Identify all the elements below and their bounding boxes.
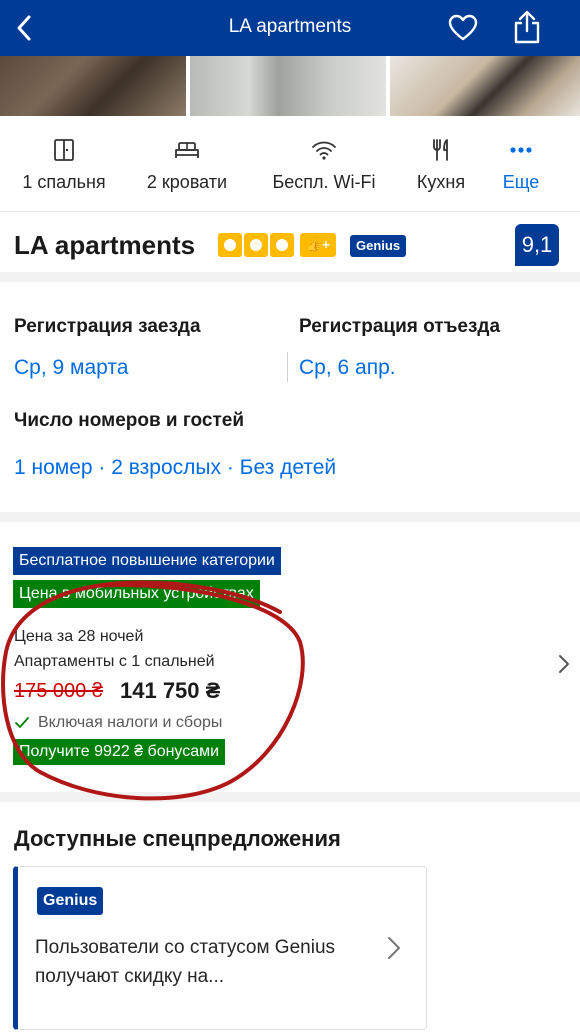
share-button[interactable] bbox=[510, 8, 544, 46]
bedroom-door-icon bbox=[54, 139, 74, 161]
chevron-right-icon[interactable] bbox=[556, 652, 572, 676]
taxes-included-text: Включая налоги и сборы bbox=[14, 714, 222, 732]
star-rating: 👍+ bbox=[218, 233, 336, 257]
original-price: 175 000 ₴ bbox=[14, 680, 103, 702]
facility-beds: 2 кровати bbox=[128, 116, 246, 212]
facilities-row: 1 спальня 2 кровати Беспл. Wi-Fi Кухня Е… bbox=[0, 116, 580, 212]
heart-icon bbox=[448, 14, 478, 41]
fork-knife-icon bbox=[433, 139, 448, 161]
bed-icon bbox=[175, 142, 199, 158]
property-title-row: LA apartments 👍+ Genius 9,1 bbox=[0, 212, 580, 282]
favorite-button[interactable] bbox=[446, 12, 480, 44]
discounted-price: 141 750 ₴ bbox=[120, 678, 221, 703]
facility-label[interactable]: Еще bbox=[480, 172, 562, 193]
header-title: LA apartments bbox=[228, 16, 352, 37]
chevron-right-icon[interactable] bbox=[386, 935, 402, 961]
property-name: LA apartments bbox=[14, 230, 196, 260]
special-offers-section: Доступные спецпредложения Genius Пользов… bbox=[0, 812, 580, 1032]
nights-text: Цена за 28 ночей bbox=[14, 628, 144, 645]
top-app-bar: LA apartments bbox=[0, 0, 580, 56]
rooms-guests-link[interactable]: 1 номер · 2 взрослых · Без детей bbox=[14, 456, 336, 480]
more-dots-icon bbox=[510, 147, 532, 153]
wifi-icon bbox=[312, 141, 336, 160]
star-icon bbox=[218, 233, 242, 257]
checkout-label: Регистрация отъезда bbox=[299, 316, 501, 337]
facility-bedroom: 1 спальня bbox=[0, 116, 128, 212]
review-score-badge[interactable]: 9,1 bbox=[515, 224, 559, 266]
genius-badge: Genius bbox=[350, 235, 407, 257]
taxes-label: Включая налоги и сборы bbox=[38, 714, 223, 731]
star-icon bbox=[270, 233, 294, 257]
facilities-more-button[interactable]: Еще bbox=[480, 116, 562, 212]
rooms-guests-label: Число номеров и гостей bbox=[14, 410, 245, 431]
section-title: Доступные спецпредложения bbox=[14, 826, 341, 851]
share-icon bbox=[514, 10, 540, 44]
checkmark-icon bbox=[15, 717, 29, 728]
mobile-price-badge: Цена в мобильных устройствах bbox=[13, 580, 260, 608]
date-divider bbox=[287, 352, 288, 382]
price-card[interactable]: Бесплатное повышение категории Цена в мо… bbox=[0, 532, 580, 802]
checkin-date-link[interactable]: Ср, 9 марта bbox=[14, 356, 128, 380]
room-type-text: Апартаменты с 1 спальней bbox=[14, 653, 215, 670]
checkin-label: Регистрация заезда bbox=[14, 316, 201, 337]
booking-details: Регистрация заезда Регистрация отъезда С… bbox=[0, 292, 580, 522]
checkout-date-link[interactable]: Ср, 6 апр. bbox=[299, 356, 396, 380]
facility-label: Кухня bbox=[416, 172, 466, 192]
genius-badge: Genius bbox=[37, 887, 104, 915]
photo-gallery[interactable] bbox=[0, 56, 580, 116]
star-icon bbox=[244, 233, 268, 257]
gallery-photo[interactable] bbox=[390, 56, 580, 116]
genius-offer-card[interactable]: Genius Пользователи со статусом Genius п… bbox=[13, 866, 427, 1030]
gallery-photo[interactable] bbox=[0, 56, 186, 116]
facility-label: 1 спальня bbox=[22, 172, 106, 192]
facility-label: Беспл. Wi-Fi bbox=[272, 172, 376, 192]
thumbs-up-plus-icon: 👍+ bbox=[300, 233, 336, 257]
facility-kitchen: Кухня bbox=[402, 116, 480, 212]
offer-description: Пользователи со статусом Genius получают… bbox=[35, 937, 336, 987]
free-upgrade-badge: Бесплатное повышение категории bbox=[13, 547, 281, 575]
bonus-badge: Получите 9922 ₴ бонусами bbox=[13, 739, 226, 765]
facility-wifi: Беспл. Wi-Fi bbox=[246, 116, 402, 212]
facility-label: 2 кровати bbox=[146, 172, 228, 192]
gallery-photo[interactable] bbox=[190, 56, 386, 116]
